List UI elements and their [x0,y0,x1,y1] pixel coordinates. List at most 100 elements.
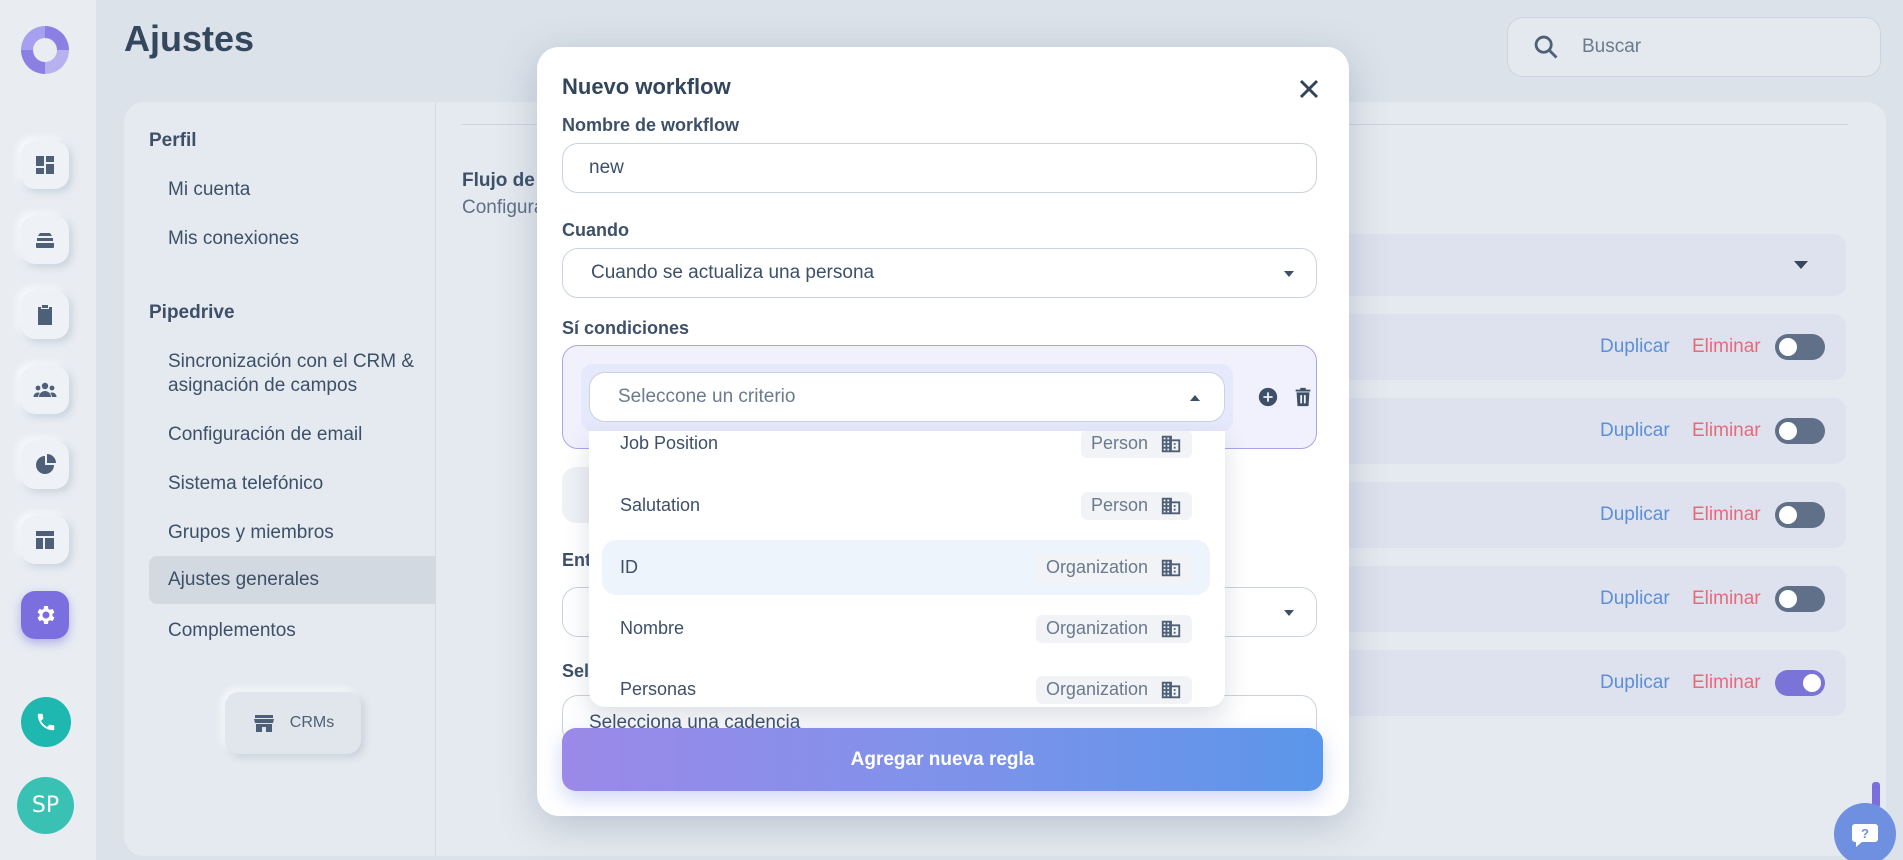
chart-icon[interactable] [21,441,69,489]
app-logo[interactable] [21,26,69,74]
workflow-toggle[interactable] [1775,418,1825,444]
option-label: Nombre [620,618,685,638]
entity-badge-label: Organization [1045,618,1148,638]
workflow-section-title: Flujo de t [462,170,547,191]
layout-icon[interactable] [21,516,69,564]
nav-item-my-account[interactable]: Mi cuenta [168,178,250,202]
nav-item-addons[interactable]: Complementos [168,619,296,643]
duplicate-link[interactable]: Duplicar [1600,420,1670,442]
option-label: Job Position [620,433,719,453]
dropdown-option[interactable]: Personas Organization [602,662,1210,707]
close-icon[interactable] [1295,75,1323,103]
nav-item-email-config[interactable]: Configuración de email [168,423,362,447]
workflow-toggle[interactable] [1775,670,1825,696]
crms-button[interactable]: CRMs [225,692,361,754]
nav-item-crm-sync[interactable]: Sincronización con el CRM & asignación d… [168,350,428,398]
workflow-toggle[interactable] [1775,334,1825,360]
entity-badge-label: Organization [1045,679,1148,699]
building-icon [1161,620,1181,637]
building-icon [1161,681,1181,698]
settings-nav: Perfil Mi cuenta Mis conexiones Pipedriv… [124,102,436,856]
phone-icon[interactable] [21,697,71,747]
entity-badge: Organization [1035,614,1192,643]
workflow-row: Duplicar Eliminar [1340,398,1846,464]
duplicate-link[interactable]: Duplicar [1600,504,1670,526]
dashboard-icon[interactable] [21,141,69,189]
add-rule-button[interactable]: Agregar nueva regla [562,728,1323,791]
workflow-row: Duplicar Eliminar [1340,482,1846,548]
team-icon[interactable] [21,366,69,414]
when-select[interactable]: Cuando se actualiza una persona [562,248,1317,298]
criterion-select[interactable]: Seleccone un criterio [589,372,1225,422]
crms-button-label: CRMs [289,714,335,731]
workflow-filter-select[interactable] [1340,234,1846,296]
delete-link[interactable]: Eliminar [1692,504,1761,526]
option-label: ID [620,557,638,577]
conditions-label: Sí condiciones [562,318,690,338]
building-icon [1161,497,1181,514]
dropdown-option[interactable]: ID Organization [602,540,1210,595]
gear-icon[interactable] [21,591,69,639]
entity-badge: Person [1080,431,1192,458]
delete-link[interactable]: Eliminar [1692,672,1761,694]
layers-icon[interactable] [21,216,69,264]
modal-title: Nuevo workflow [562,74,731,99]
dropdown-option[interactable]: Salutation Person [602,478,1210,533]
delete-link[interactable]: Eliminar [1692,420,1761,442]
store-icon [253,715,274,732]
dropdown-option[interactable]: Nombre Organization [602,601,1210,656]
delete-link[interactable]: Eliminar [1692,588,1761,610]
entity-badge-label: Person [1090,433,1148,453]
help-icon: ? [1852,824,1878,847]
entity-badge: Organization [1035,675,1192,704]
chevron-down-icon [1284,271,1294,277]
workflow-row: Duplicar Eliminar [1340,314,1846,380]
condition-row: Seleccone un criterio [581,364,1233,432]
trash-icon[interactable] [1292,386,1314,408]
workflow-row: Duplicar Eliminar [1340,566,1846,632]
search-bar[interactable] [1507,17,1881,77]
workflow-row: Duplicar Eliminar [1340,650,1846,716]
app-sidebar: SP [0,0,96,860]
when-select-value: Cuando se actualiza una persona [591,262,875,283]
criterion-dropdown: Job Position Person Salutation Person ID… [589,431,1225,707]
workflow-toggle[interactable] [1775,586,1825,612]
duplicate-link[interactable]: Duplicar [1600,672,1670,694]
dropdown-option[interactable]: Job Position Person [602,431,1210,471]
entity-badge: Person [1080,491,1192,520]
workflow-section-subtitle: Configura [462,197,545,218]
chevron-down-icon [1284,610,1294,616]
chevron-up-icon [1190,395,1200,401]
delete-link[interactable]: Eliminar [1692,336,1761,358]
page-title: Ajustes [124,18,255,59]
nav-item-my-connections[interactable]: Mis conexiones [168,227,299,251]
workflow-name-label: Nombre de workflow [562,115,740,135]
building-icon [1161,559,1181,576]
nav-item-general-settings[interactable]: Ajustes generales [149,556,436,604]
workflow-toggle[interactable] [1775,502,1825,528]
clipboard-icon[interactable] [21,291,69,339]
criterion-placeholder: Seleccone un criterio [618,386,796,407]
add-condition-icon[interactable] [1257,386,1279,408]
entity-badge-label: Organization [1045,557,1148,577]
when-label: Cuando [562,220,629,240]
nav-section-pipedrive: Pipedrive [149,302,235,323]
building-icon [1161,435,1181,452]
entity-badge: Organization [1035,553,1192,582]
new-workflow-modal: Nuevo workflow Nombre de workflow new Cu… [537,47,1349,816]
option-label: Salutation [620,495,701,515]
nav-item-groups-members[interactable]: Grupos y miembros [168,521,334,545]
entity-badge-label: Person [1090,495,1148,515]
entity-label: Ent [562,550,591,570]
svg-text:?: ? [1861,826,1869,841]
workflow-name-input[interactable]: new [562,143,1317,193]
option-label: Personas [620,679,697,699]
nav-section-profile: Perfil [149,130,197,151]
search-icon [1534,35,1558,59]
search-input[interactable] [1582,36,1832,58]
duplicate-link[interactable]: Duplicar [1600,588,1670,610]
nav-item-phone-system[interactable]: Sistema telefónico [168,472,323,496]
help-chat-button[interactable]: ? [1834,803,1896,860]
avatar[interactable]: SP [17,777,74,834]
duplicate-link[interactable]: Duplicar [1600,336,1670,358]
